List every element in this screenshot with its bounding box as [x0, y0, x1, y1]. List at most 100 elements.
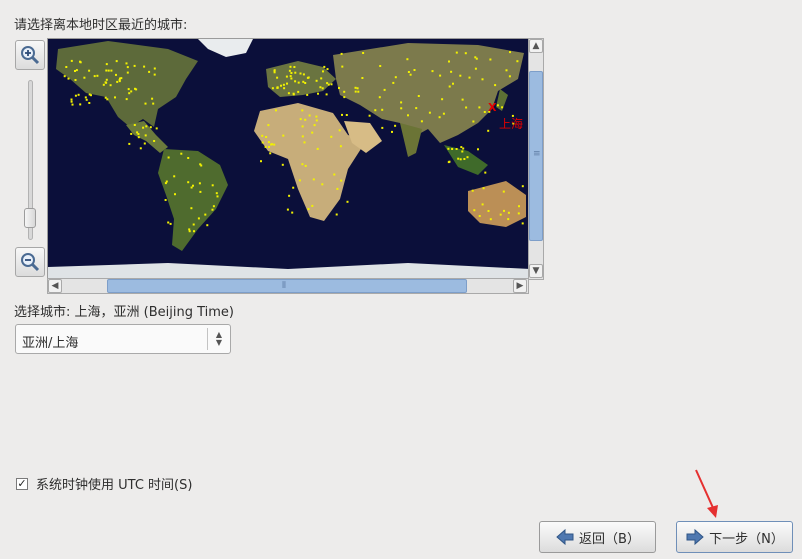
city-dot[interactable] [283, 87, 286, 90]
city-dot[interactable] [273, 71, 276, 74]
city-dot[interactable] [180, 152, 183, 155]
city-dot[interactable] [105, 69, 108, 72]
city-dot[interactable] [451, 148, 454, 150]
city-dot[interactable] [400, 101, 403, 104]
city-dot[interactable] [333, 173, 336, 176]
city-dot[interactable] [394, 76, 397, 79]
city-dot[interactable] [482, 187, 485, 190]
city-dot[interactable] [341, 65, 344, 68]
city-dot[interactable] [461, 150, 464, 153]
city-dot[interactable] [125, 98, 128, 101]
city-dot[interactable] [264, 145, 267, 148]
city-dot[interactable] [197, 217, 200, 220]
city-dot[interactable] [317, 92, 319, 95]
city-dot[interactable] [407, 71, 410, 73]
city-dot[interactable] [190, 186, 193, 189]
utc-checkbox-label[interactable]: 系统时钟使用 UTC 时间(S) [36, 474, 192, 493]
city-dot[interactable] [297, 81, 300, 84]
city-dot[interactable] [192, 223, 195, 226]
city-dot[interactable] [475, 57, 478, 60]
city-dot[interactable] [345, 114, 348, 116]
city-dot[interactable] [343, 90, 346, 93]
city-dot[interactable] [289, 65, 292, 68]
city-dot[interactable] [489, 218, 492, 221]
city-dot[interactable] [152, 102, 155, 105]
city-dot[interactable] [88, 69, 91, 72]
city-dot[interactable] [75, 69, 78, 72]
city-dot[interactable] [481, 78, 484, 81]
city-dot[interactable] [438, 116, 441, 119]
city-dot[interactable] [413, 69, 416, 71]
city-dot[interactable] [290, 72, 293, 74]
city-dot[interactable] [462, 147, 465, 150]
city-dot[interactable] [188, 230, 191, 233]
city-dot[interactable] [448, 85, 451, 88]
city-dot[interactable] [106, 98, 109, 101]
city-dot[interactable] [441, 98, 444, 101]
city-dot[interactable] [200, 164, 203, 167]
city-dot[interactable] [281, 163, 284, 166]
city-dot[interactable] [415, 107, 418, 110]
city-dot[interactable] [74, 79, 77, 81]
city-dot[interactable] [505, 69, 508, 72]
city-dot[interactable] [212, 205, 215, 208]
city-dot[interactable] [323, 65, 326, 68]
city-dot[interactable] [273, 143, 276, 146]
city-dot[interactable] [341, 113, 343, 116]
city-dot[interactable] [286, 82, 288, 85]
city-dot[interactable] [173, 175, 176, 178]
city-dot[interactable] [346, 200, 349, 203]
scroll-left-button[interactable]: ◀ [48, 279, 62, 293]
city-dot[interactable] [287, 92, 290, 95]
city-dot[interactable] [153, 73, 156, 76]
city-dot[interactable] [84, 96, 87, 99]
city-dot[interactable] [275, 109, 277, 112]
city-dot[interactable] [148, 70, 151, 73]
city-dot[interactable] [292, 92, 295, 95]
city-dot[interactable] [267, 124, 270, 127]
city-dot[interactable] [267, 141, 270, 144]
city-dot[interactable] [104, 81, 107, 84]
city-dot[interactable] [325, 93, 328, 96]
city-dot[interactable] [67, 77, 70, 80]
city-dot[interactable] [308, 114, 311, 117]
city-dot[interactable] [340, 179, 343, 182]
city-dot[interactable] [315, 115, 318, 118]
city-dot[interactable] [381, 126, 384, 129]
city-dot[interactable] [206, 224, 209, 227]
city-dot[interactable] [192, 184, 194, 187]
city-dot[interactable] [143, 65, 146, 68]
city-dot[interactable] [109, 84, 112, 87]
city-dot[interactable] [88, 102, 91, 104]
city-dot[interactable] [313, 124, 316, 127]
city-dot[interactable] [361, 77, 364, 79]
city-dot[interactable] [187, 181, 190, 184]
city-dot[interactable] [302, 73, 305, 76]
city-dot[interactable] [85, 98, 88, 101]
city-dot[interactable] [304, 118, 307, 121]
city-dot[interactable] [125, 62, 128, 65]
city-dot[interactable] [261, 134, 264, 137]
city-dot[interactable] [339, 145, 342, 148]
city-dot[interactable] [174, 193, 176, 196]
city-dot[interactable] [518, 205, 520, 208]
city-dot[interactable] [102, 83, 105, 86]
city-dot[interactable] [521, 185, 524, 188]
city-dot[interactable] [322, 70, 324, 73]
city-dot[interactable] [294, 80, 297, 83]
city-dot[interactable] [289, 75, 292, 78]
city-dot[interactable] [381, 108, 384, 111]
city-dot[interactable] [164, 182, 167, 185]
city-dot[interactable] [79, 103, 82, 106]
city-dot[interactable] [338, 87, 340, 89]
vertical-scroll-thumb[interactable]: ≡ [529, 71, 543, 241]
city-dot[interactable] [297, 90, 300, 93]
city-dot[interactable] [409, 73, 412, 76]
city-dot[interactable] [459, 158, 462, 161]
city-dot[interactable] [153, 140, 156, 142]
city-dot[interactable] [271, 87, 274, 90]
city-dot[interactable] [126, 71, 129, 74]
city-dot[interactable] [517, 212, 520, 215]
city-dot[interactable] [507, 211, 510, 214]
city-dot[interactable] [128, 142, 131, 145]
